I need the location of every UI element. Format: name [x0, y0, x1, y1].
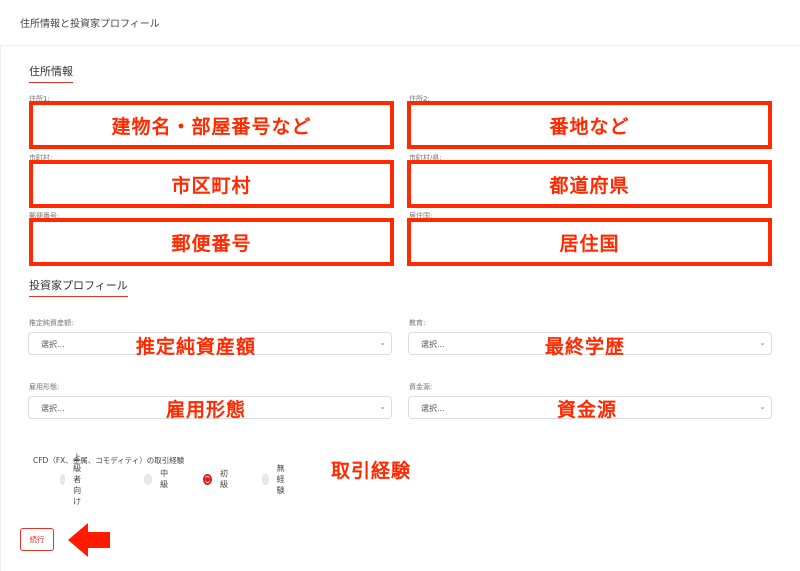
chevron-down-icon: ⌄	[379, 402, 386, 411]
employment-label: 雇用形態:	[29, 383, 60, 391]
postal-field[interactable]: 郵便番号	[29, 218, 394, 266]
chevron-down-icon: ⌄	[759, 402, 766, 411]
arrow-left-icon	[68, 523, 110, 557]
prefecture-field[interactable]: 都道府県	[407, 160, 772, 208]
page-header: 住所情報と投資家プロフィール	[0, 0, 800, 46]
source-of-funds-placeholder: 選択...	[421, 404, 445, 413]
address2-annotation: 番地など	[549, 115, 630, 138]
net-worth-annotation: 推定純資産額	[136, 336, 257, 358]
radio-beginner-dot[interactable]	[203, 473, 212, 485]
source-of-funds-label: 資金源:	[409, 383, 433, 391]
radio-beginner-label: 初級	[220, 469, 228, 489]
country-annotation: 居住国	[559, 232, 620, 255]
radio-beginner[interactable]: 初級	[203, 469, 230, 489]
cfd-annotation: 取引経験	[331, 460, 412, 482]
address1-field[interactable]: 建物名・部屋番号など	[29, 101, 394, 149]
education-placeholder: 選択...	[421, 340, 445, 349]
education-annotation: 最終学歴	[545, 336, 626, 358]
page-title: 住所情報と投資家プロフィール	[20, 19, 160, 30]
cfd-experience-label: CFD（FX、金属、コモディティ）の取引経験	[33, 456, 185, 465]
employment-annotation: 雇用形態	[166, 399, 247, 421]
frame-border	[0, 46, 1, 571]
radio-intermediate[interactable]: 中級	[144, 469, 171, 489]
education-label: 教育:	[409, 319, 426, 327]
radio-intermediate-label: 中級	[160, 469, 169, 489]
employment-placeholder: 選択...	[41, 404, 65, 413]
source-of-funds-annotation: 資金源	[557, 399, 618, 421]
country-field[interactable]: 居住国	[407, 218, 772, 266]
net-worth-label: 推定純資産額:	[29, 319, 74, 327]
city-annotation: 市区町村	[171, 174, 252, 197]
radio-advanced-label: 上級者向け	[73, 452, 82, 506]
net-worth-placeholder: 選択...	[41, 340, 65, 349]
city-field[interactable]: 市区町村	[29, 160, 394, 208]
radio-none-label: 無経験	[276, 463, 285, 495]
postal-annotation: 郵便番号	[171, 232, 252, 255]
radio-intermediate-dot[interactable]	[144, 473, 153, 485]
chevron-down-icon: ⌄	[759, 338, 766, 347]
address2-field[interactable]: 番地など	[407, 101, 772, 149]
address-section-title: 住所情報	[29, 63, 73, 83]
radio-none[interactable]: 無経験	[262, 464, 289, 495]
radio-advanced[interactable]: 上級者向け	[60, 453, 87, 506]
prefecture-annotation: 都道府県	[549, 174, 630, 197]
chevron-down-icon: ⌄	[379, 338, 386, 347]
radio-advanced-dot[interactable]	[60, 473, 66, 485]
address1-annotation: 建物名・部屋番号など	[111, 115, 312, 138]
radio-none-dot[interactable]	[262, 473, 269, 485]
continue-button[interactable]: 続行	[20, 528, 54, 551]
profile-section-title: 投資家プロフィール	[29, 277, 128, 297]
